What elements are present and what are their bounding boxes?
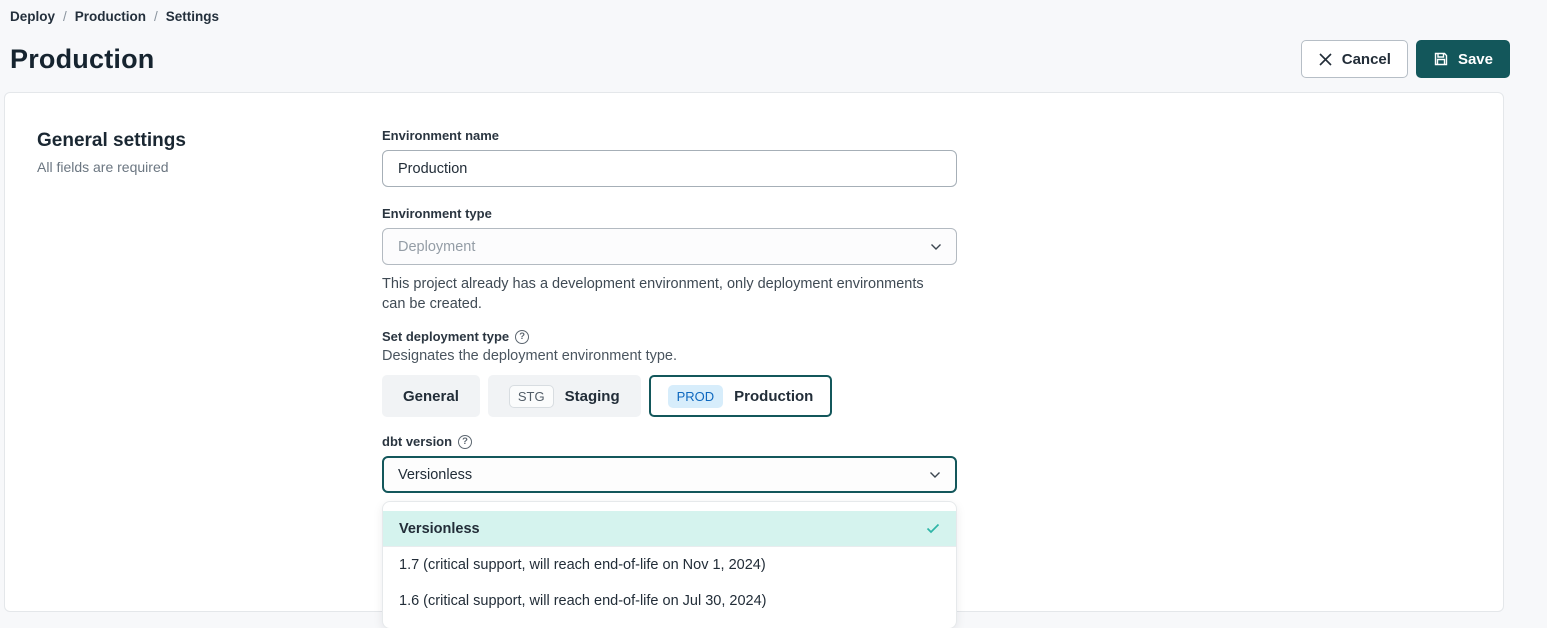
breadcrumb-production[interactable]: Production	[75, 9, 146, 24]
production-badge: PROD	[668, 385, 724, 408]
deployment-type-staging-button[interactable]: STG Staging	[488, 375, 641, 417]
dropdown-option-versionless[interactable]: Versionless	[383, 511, 956, 547]
deployment-type-general-label: General	[403, 388, 459, 405]
floppy-disk-icon	[1433, 51, 1449, 67]
page-header: Production Cancel Save	[10, 40, 1537, 78]
page-title: Production	[10, 44, 155, 75]
breadcrumb: Deploy / Production / Settings	[10, 9, 1537, 24]
chevron-down-icon	[929, 471, 941, 479]
dropdown-option-1-7[interactable]: 1.7 (critical support, will reach end-of…	[383, 547, 956, 583]
general-settings-form: Environment name Environment type Deploy…	[382, 128, 957, 493]
check-icon	[926, 523, 940, 534]
breadcrumb-settings[interactable]: Settings	[166, 9, 219, 24]
breadcrumb-separator: /	[154, 9, 158, 24]
x-icon	[1318, 52, 1333, 67]
cancel-button-label: Cancel	[1342, 51, 1391, 68]
dropdown-option-1-6[interactable]: 1.6 (critical support, will reach end-of…	[383, 583, 956, 619]
deployment-type-production-button[interactable]: PROD Production	[649, 375, 833, 417]
breadcrumb-deploy[interactable]: Deploy	[10, 9, 55, 24]
dbt-version-label-text: dbt version	[382, 434, 452, 449]
save-button-label: Save	[1458, 51, 1493, 68]
environment-name-input[interactable]	[382, 150, 957, 187]
general-settings-section-header: General settings All fields are required	[37, 128, 382, 175]
save-button[interactable]: Save	[1416, 40, 1510, 78]
breadcrumb-separator: /	[63, 9, 67, 24]
deployment-type-staging-label: Staging	[565, 388, 620, 405]
deployment-type-label: Set deployment type ?	[382, 329, 957, 344]
question-circle-icon[interactable]: ?	[515, 330, 529, 344]
environment-type-helper-text: This project already has a development e…	[382, 274, 930, 314]
environment-name-label: Environment name	[382, 128, 957, 143]
environment-type-label: Environment type	[382, 206, 957, 221]
environment-type-value: Deployment	[398, 239, 475, 255]
settings-card: General settings All fields are required…	[6, 92, 1535, 612]
chevron-down-icon	[930, 243, 942, 251]
dropdown-option-label: 1.6 (critical support, will reach end-of…	[399, 593, 767, 609]
deployment-type-label-text: Set deployment type	[382, 329, 509, 344]
section-title: General settings	[37, 130, 382, 152]
environment-name-label-text: Environment name	[382, 128, 499, 143]
dbt-version-select[interactable]: Versionless	[382, 456, 957, 493]
environment-type-select[interactable]: Deployment	[382, 228, 957, 265]
dropdown-option-label: 1.7 (critical support, will reach end-of…	[399, 557, 766, 573]
deployment-type-production-label: Production	[734, 388, 813, 405]
environment-type-label-text: Environment type	[382, 206, 492, 221]
cancel-button[interactable]: Cancel	[1301, 40, 1408, 78]
deployment-type-general-button[interactable]: General	[382, 375, 480, 417]
header-actions: Cancel Save	[1301, 40, 1510, 78]
dropdown-option-label: Versionless	[399, 521, 480, 537]
dbt-version-value: Versionless	[398, 467, 472, 483]
question-circle-icon[interactable]: ?	[458, 435, 472, 449]
dbt-version-label: dbt version ?	[382, 434, 957, 449]
deployment-type-description: Designates the deployment environment ty…	[382, 348, 957, 364]
staging-badge: STG	[509, 385, 554, 408]
dbt-version-dropdown-panel: Versionless 1.7 (critical support, will …	[382, 501, 957, 628]
deployment-type-button-group: General STG Staging PROD Production	[382, 375, 957, 417]
section-subtitle: All fields are required	[37, 159, 382, 175]
environment-settings-page: Deploy / Production / Settings Productio…	[0, 0, 1547, 612]
